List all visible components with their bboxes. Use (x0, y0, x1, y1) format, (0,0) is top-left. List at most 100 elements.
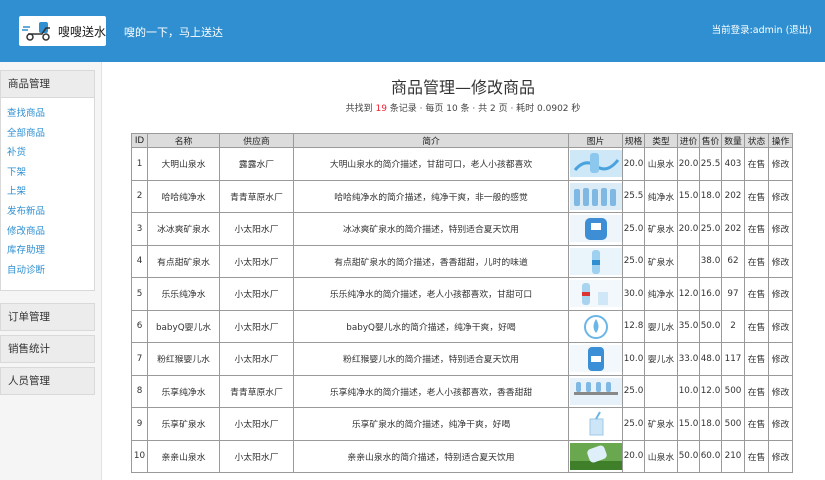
cell-edit-link[interactable]: 修改 (768, 342, 793, 376)
big-bottle-image (569, 345, 622, 373)
bottle-factory-image (569, 377, 622, 405)
cell-quantity: 202 (721, 179, 745, 213)
menu-item-all-goods[interactable]: 全部商品 (7, 124, 94, 144)
cell-cost: 20.0 (677, 147, 700, 181)
table-row: 1 大明山泉水 露露水厂 大明山泉水的简介描述，甘甜可口，老人小孩都喜欢 20.0 山泉水… (131, 147, 793, 181)
cell-name: 有点甜矿泉水 (147, 244, 220, 278)
cell-edit-link[interactable]: 修改 (768, 407, 793, 441)
cell-spec: 25.0 (622, 244, 645, 278)
cell-status: 在售 (744, 309, 769, 343)
cell-quantity: 2 (721, 309, 745, 343)
cell-price: 48.0 (699, 342, 722, 376)
menu-item-publish-new[interactable]: 发布新品 (7, 202, 94, 222)
cell-image (568, 342, 623, 376)
cell-edit-link[interactable]: 修改 (768, 244, 793, 278)
table-header-row: ID 名称 供应商 简介 图片 规格 类型 进价 售价 数量 状态 操作 (131, 133, 793, 148)
cell-id: 4 (131, 244, 148, 278)
water-drop-image (569, 312, 622, 340)
cell-edit-link[interactable]: 修改 (768, 277, 793, 311)
cell-price: 60.0 (699, 439, 722, 473)
login-status: 当前登录:admin (退出) (712, 22, 812, 36)
main-content: 商品管理—修改商品 共找到 19 条记录 · 每页 10 条 · 共 2 页 ·… (101, 62, 825, 480)
table-row: 5 乐乐纯净水 小太阳水厂 乐乐纯净水的简介描述，老人小孩都喜欢，甘甜可口 30.0 纯净… (131, 277, 793, 311)
cell-description: 粉红猴婴儿水的简介描述，特别适合夏天饮用 (293, 342, 569, 376)
col-header-quantity: 数量 (721, 133, 745, 148)
cell-type: 山泉水 (644, 147, 678, 181)
cell-cost: 35.0 (677, 309, 700, 343)
cell-name: 乐乐纯净水 (147, 277, 220, 311)
cell-quantity: 97 (721, 277, 745, 311)
cell-spec: 10.0 (622, 342, 645, 376)
cell-image (568, 439, 623, 473)
cell-image (568, 407, 623, 441)
cell-description: 乐乐纯净水的简介描述，老人小孩都喜欢，甘甜可口 (293, 277, 569, 311)
cell-type: 纯净水 (644, 277, 678, 311)
cell-type: 矿泉水 (644, 407, 678, 441)
cell-status: 在售 (744, 244, 769, 278)
cell-name: 大明山泉水 (147, 147, 220, 181)
cell-status: 在售 (744, 277, 769, 311)
cell-name: babyQ婴儿水 (147, 309, 220, 343)
top-header: 嗖嗖送水 嗖的一下，马上送达 当前登录:admin (退出) (0, 0, 825, 62)
menu-sales-statistics[interactable]: 销售统计 (0, 335, 95, 364)
cell-price: 18.0 (699, 407, 722, 441)
menu-item-search-goods[interactable]: 查找商品 (7, 104, 94, 124)
cell-description: 乐享纯净水的简介描述，老人小孩都喜欢，香香甜甜 (293, 374, 569, 408)
menu-item-inventory-assistant[interactable]: 库存助理 (7, 241, 94, 261)
cell-type: 山泉水 (644, 439, 678, 473)
cell-quantity: 210 (721, 439, 745, 473)
cell-image (568, 147, 623, 181)
cell-description: 有点甜矿泉水的简介描述，香香甜甜，儿时的味道 (293, 244, 569, 278)
cell-edit-link[interactable]: 修改 (768, 147, 793, 181)
slogan: 嗖的一下，马上送达 (124, 26, 223, 39)
cell-description: 哈哈纯净水的简介描述，纯净干爽，非一般的感觉 (293, 179, 569, 213)
record-count: 19 (375, 104, 387, 114)
col-header-spec: 规格 (622, 133, 645, 148)
menu-goods-management[interactable]: 商品管理 (0, 70, 95, 98)
menu-item-list[interactable]: 上架 (7, 182, 94, 202)
cell-quantity: 202 (721, 212, 745, 246)
cell-edit-link[interactable]: 修改 (768, 212, 793, 246)
cell-id: 7 (131, 342, 148, 376)
logo-text: 嗖嗖送水 (57, 24, 106, 39)
cell-quantity: 62 (721, 244, 745, 278)
cell-image (568, 244, 623, 278)
cell-image (568, 179, 623, 213)
cell-edit-link[interactable]: 修改 (768, 179, 793, 213)
cell-description: babyQ婴儿水的简介描述，纯净干爽，好喝 (293, 309, 569, 343)
cell-description: 亲亲山泉水的简介描述，特别适合夏天饮用 (293, 439, 569, 473)
menu-staff-management[interactable]: 人员管理 (0, 367, 95, 396)
logout-link[interactable]: (退出) (786, 25, 812, 36)
cell-spec: 25.0 (622, 212, 645, 246)
cell-id: 5 (131, 277, 148, 311)
logo[interactable]: 嗖嗖送水 (19, 16, 106, 46)
cell-type: 婴儿水 (644, 342, 678, 376)
cell-id: 2 (131, 179, 148, 213)
menu-item-delist[interactable]: 下架 (7, 163, 94, 183)
menu-item-restock[interactable]: 补货 (7, 143, 94, 163)
cell-name: 乐享矿泉水 (147, 407, 220, 441)
result-stats: 共找到 19 条记录 · 每页 10 条 · 共 2 页 · 耗时 0.0902… (101, 101, 825, 114)
cell-price: 50.0 (699, 309, 722, 343)
cell-description: 乐享矿泉水的简介描述，纯净干爽，好喝 (293, 407, 569, 441)
cell-supplier: 青青草原水厂 (219, 374, 294, 408)
menu-item-edit-goods[interactable]: 修改商品 (7, 222, 94, 242)
cell-quantity: 500 (721, 407, 745, 441)
cell-status: 在售 (744, 342, 769, 376)
cell-edit-link[interactable]: 修改 (768, 374, 793, 408)
menu-order-management[interactable]: 订单管理 (0, 303, 95, 332)
cell-supplier: 青青草原水厂 (219, 179, 294, 213)
cell-price: 12.0 (699, 374, 722, 408)
col-header-status: 状态 (744, 133, 769, 148)
cell-type (644, 374, 678, 408)
cell-image (568, 212, 623, 246)
cell-id: 10 (131, 439, 148, 473)
cell-cost: 15.0 (677, 179, 700, 213)
cell-edit-link[interactable]: 修改 (768, 439, 793, 473)
bottles-row-image (569, 182, 622, 210)
table-row: 2 哈哈纯净水 青青草原水厂 哈哈纯净水的简介描述，纯净干爽，非一般的感觉 25.5 纯净… (131, 179, 793, 213)
cell-edit-link[interactable]: 修改 (768, 309, 793, 343)
menu-item-auto-diagnosis[interactable]: 自动诊断 (7, 261, 94, 281)
cell-spec: 25.0 (622, 374, 645, 408)
cell-price: 16.0 (699, 277, 722, 311)
